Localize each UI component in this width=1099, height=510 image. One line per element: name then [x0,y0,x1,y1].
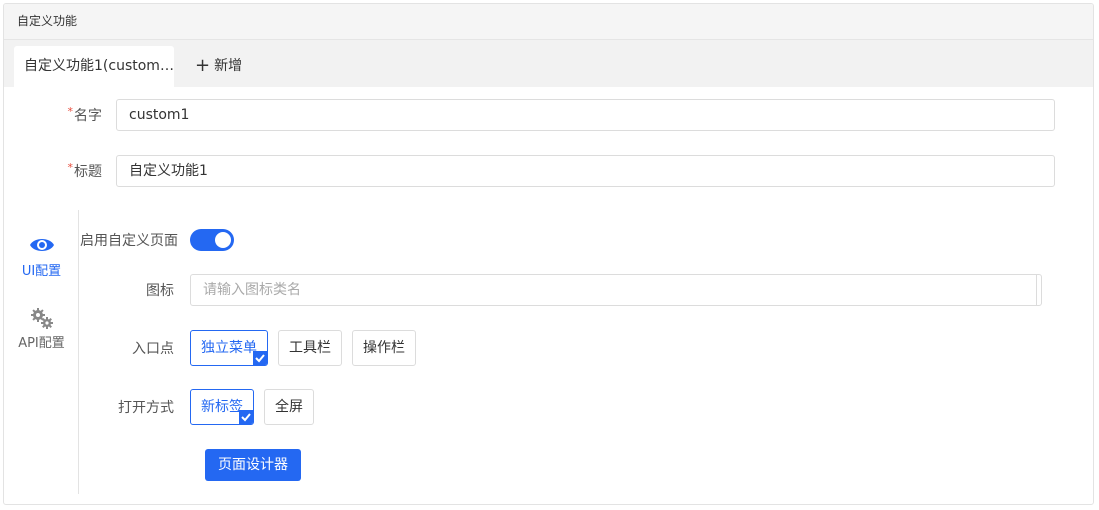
side-nav-api-config[interactable]: API配置 [4,306,79,351]
tab-bar: 自定义功能1(custom1) + 新增 [4,40,1093,87]
enable-page-label: 启用自定义页面 [80,233,178,249]
config-side-nav: UI配置 API配置 [4,210,79,494]
required-mark: * [67,161,74,174]
side-nav-ui-config[interactable]: UI配置 [4,234,79,279]
title-row: *标题 自定义功能1 [4,155,1070,187]
open-mode-row: 打开方式 新标签 全屏 [80,389,324,425]
toggle-knob [215,232,231,248]
eye-icon [4,234,79,260]
option-label: 独立菜单 [201,340,257,356]
open-mode-label: 打开方式 [118,400,174,416]
page-designer-button[interactable]: 页面设计器 [205,449,301,481]
title-label-wrap: *标题 [4,161,116,181]
icon-row: 图标 请输入图标类名 [80,274,1042,306]
required-mark: * [67,105,74,118]
name-label-wrap: *名字 [4,105,116,125]
name-label: 名字 [74,108,102,124]
custom-function-panel: 自定义功能 自定义功能1(custom1) + 新增 *名字 custom1 *… [3,3,1094,505]
side-nav-ui-label: UI配置 [21,264,62,279]
name-field[interactable]: custom1 [116,99,1055,131]
tab-custom1[interactable]: 自定义功能1(custom1) [14,46,174,87]
enable-page-row: 启用自定义页面 [80,229,234,251]
add-tab-button[interactable]: + 新增 [195,46,242,87]
entry-option-actionbar[interactable]: 操作栏 [352,330,416,366]
entry-option-standalone-menu[interactable]: 独立菜单 [190,330,268,366]
icon-label: 图标 [146,283,174,299]
open-mode-option-fullscreen[interactable]: 全屏 [264,389,314,425]
check-icon [239,410,253,424]
option-label: 新标签 [201,399,243,415]
title-field[interactable]: 自定义功能1 [116,155,1055,187]
plus-icon: + [195,54,211,76]
add-tab-label: 新增 [214,58,243,74]
designer-row: 页面设计器 [205,449,301,481]
entry-row: 入口点 独立菜单 工具栏 操作栏 [80,330,426,366]
entry-label: 入口点 [132,341,174,357]
open-mode-option-new-tab[interactable]: 新标签 [190,389,254,425]
entry-option-toolbar[interactable]: 工具栏 [278,330,342,366]
title-label: 标题 [74,164,102,180]
icon-picker-addon[interactable] [1036,274,1058,306]
gears-icon [4,306,79,332]
icon-class-input[interactable]: 请输入图标类名 [190,274,1042,306]
panel-title: 自定义功能 [4,4,1093,40]
side-nav-api-label: API配置 [18,336,65,351]
enable-page-toggle[interactable] [190,229,234,251]
check-icon [253,351,267,365]
name-row: *名字 custom1 [4,99,1070,131]
